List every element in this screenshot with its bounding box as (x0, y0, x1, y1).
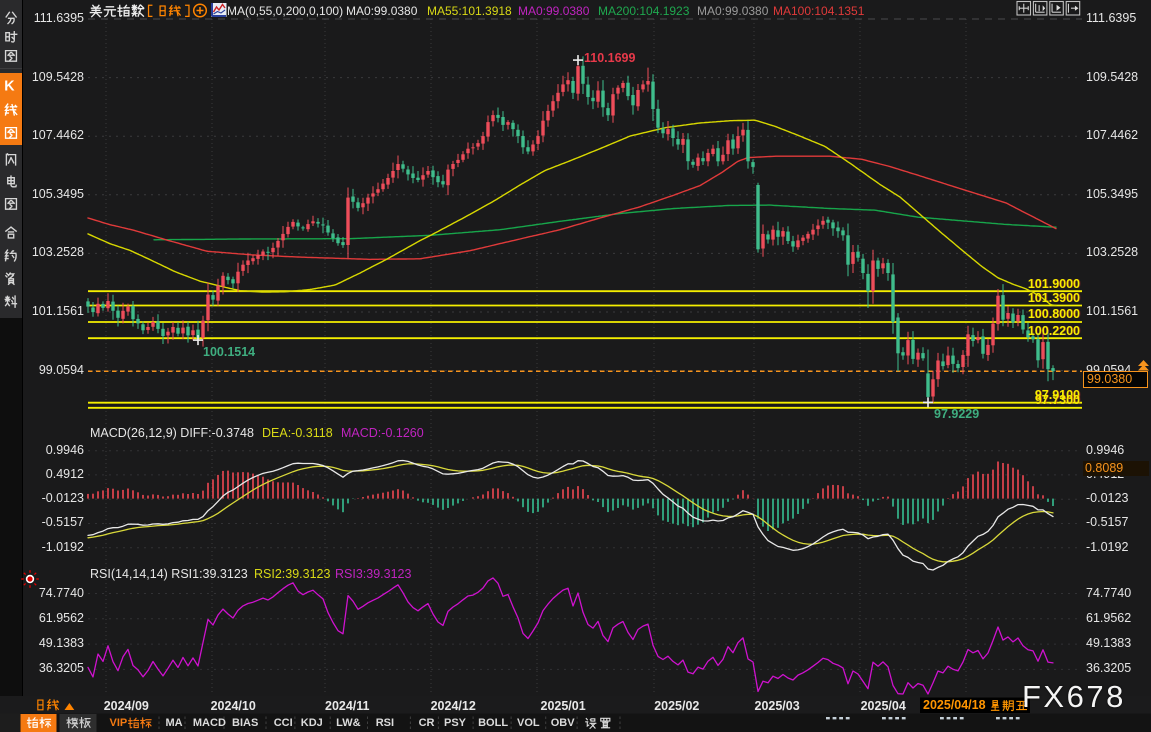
svg-text:K: K (4, 79, 15, 95)
